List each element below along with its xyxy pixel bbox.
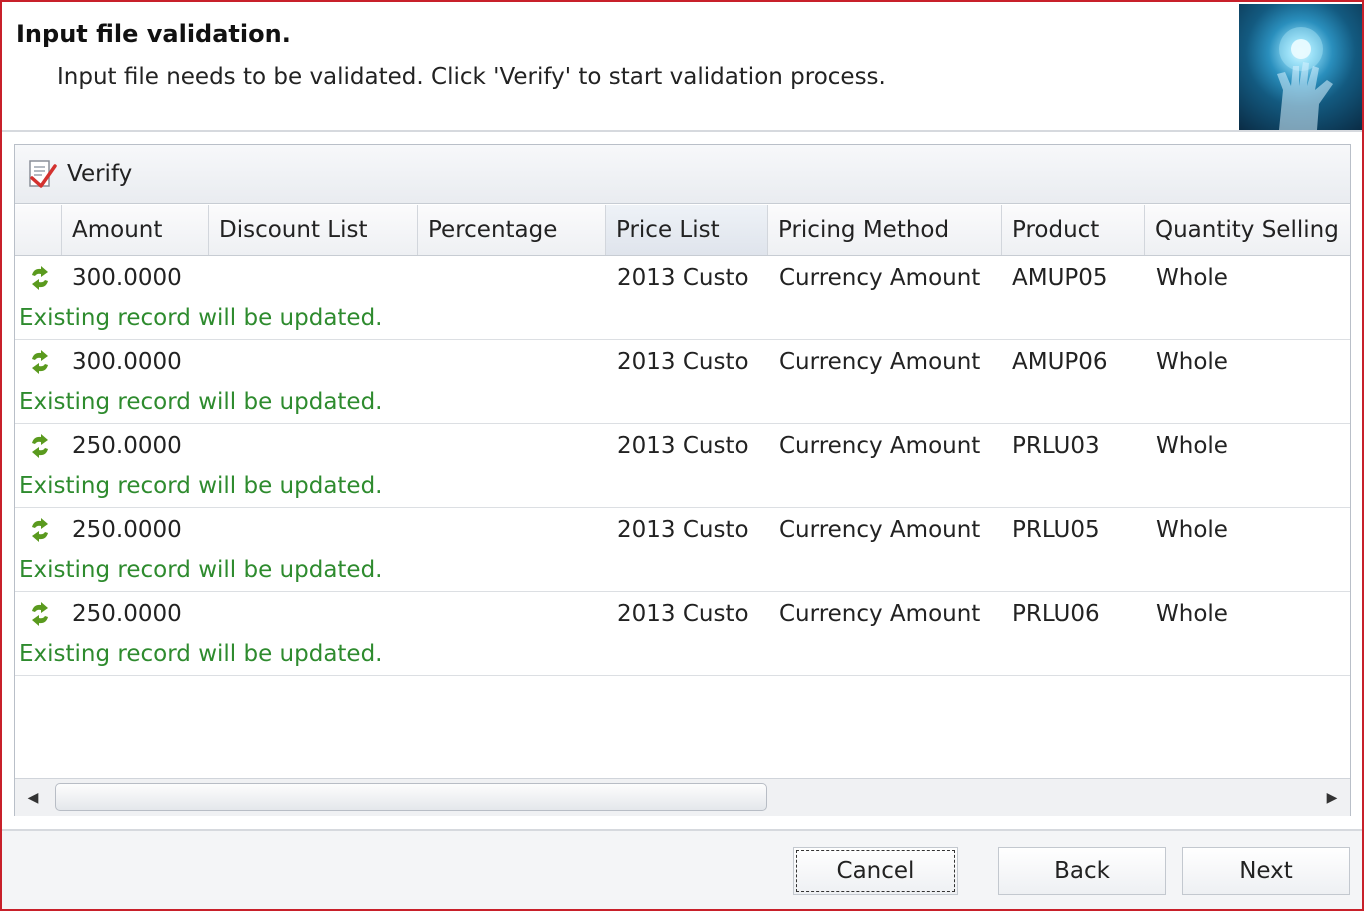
column-header-product[interactable]: Product (1002, 205, 1145, 255)
update-icon (32, 266, 48, 290)
cell-quantity-selling: Whole (1156, 517, 1228, 543)
column-header-quantity-selling[interactable]: Quantity Selling (1145, 205, 1350, 255)
verify-button[interactable]: Verify (27, 155, 132, 193)
next-button[interactable]: Next (1182, 847, 1350, 895)
header-hand-light-image (1239, 4, 1362, 130)
cell-quantity-selling: Whole (1156, 349, 1228, 375)
cell-quantity-selling: Whole (1156, 433, 1228, 459)
verify-label: Verify (67, 161, 133, 187)
cell-product: AMUP06 (1012, 349, 1108, 375)
row-status-message: Existing record will be updated. (19, 389, 383, 415)
cell-amount: 300.0000 (72, 265, 182, 291)
cell-quantity-selling: Whole (1156, 601, 1228, 627)
grid-header: Amount Discount List Percentage Price Li… (15, 205, 1350, 256)
cell-price-list: 2013 Custo (617, 601, 749, 627)
cell-pricing-method: Currency Amount (779, 433, 981, 459)
row-status-message: Existing record will be updated. (19, 305, 383, 331)
toolbar: Verify (15, 145, 1350, 204)
cell-amount: 300.0000 (72, 349, 182, 375)
cell-price-list: 2013 Custo (617, 265, 749, 291)
update-icon (32, 434, 48, 458)
table-row[interactable]: 250.0000 2013 Custo Currency Amount PRLU… (15, 508, 1350, 592)
cell-pricing-method: Currency Amount (779, 349, 981, 375)
horizontal-scrollbar[interactable]: ◀ ▶ (15, 778, 1350, 816)
header-divider (2, 130, 1362, 132)
cell-price-list: 2013 Custo (617, 517, 749, 543)
cell-pricing-method: Currency Amount (779, 601, 981, 627)
cell-amount: 250.0000 (72, 601, 182, 627)
cancel-button[interactable]: Cancel (793, 847, 958, 895)
column-header-discount-list[interactable]: Discount List (209, 205, 418, 255)
row-selector-header (15, 205, 62, 255)
back-button[interactable]: Back (998, 847, 1166, 895)
cell-amount: 250.0000 (72, 433, 182, 459)
scroll-left-arrow-icon[interactable]: ◀ (15, 779, 51, 816)
column-header-percentage[interactable]: Percentage (418, 205, 606, 255)
row-status-message: Existing record will be updated. (19, 557, 383, 583)
table-row[interactable]: 250.0000 2013 Custo Currency Amount PRLU… (15, 424, 1350, 508)
grid-body: 300.0000 2013 Custo Currency Amount AMUP… (15, 256, 1350, 778)
row-status-message: Existing record will be updated. (19, 641, 383, 667)
scroll-right-arrow-icon[interactable]: ▶ (1314, 779, 1350, 816)
cell-quantity-selling: Whole (1156, 265, 1228, 291)
column-header-pricing-method[interactable]: Pricing Method (768, 205, 1002, 255)
cell-pricing-method: Currency Amount (779, 517, 981, 543)
page-title: Input file validation. (16, 20, 291, 48)
cell-product: AMUP05 (1012, 265, 1108, 291)
scrollbar-thumb[interactable] (55, 783, 767, 811)
update-icon (32, 602, 48, 626)
verify-document-icon (29, 160, 57, 188)
update-icon (32, 350, 48, 374)
row-status-message: Existing record will be updated. (19, 473, 383, 499)
cell-product: PRLU05 (1012, 517, 1100, 543)
hand-light-illustration (1277, 27, 1333, 130)
cell-pricing-method: Currency Amount (779, 265, 981, 291)
page-description: Input file needs to be validated. Click … (57, 64, 886, 90)
cell-product: PRLU03 (1012, 433, 1100, 459)
cell-amount: 250.0000 (72, 517, 182, 543)
column-header-amount[interactable]: Amount (62, 205, 209, 255)
table-row[interactable]: 250.0000 2013 Custo Currency Amount PRLU… (15, 592, 1350, 676)
table-row[interactable]: 300.0000 2013 Custo Currency Amount AMUP… (15, 256, 1350, 340)
cell-price-list: 2013 Custo (617, 433, 749, 459)
wizard-header: Input file validation. Input file needs … (2, 2, 1362, 130)
column-header-price-list[interactable]: Price List (606, 205, 768, 255)
cell-price-list: 2013 Custo (617, 349, 749, 375)
validation-panel: Verify Amount Discount List Percentage P… (14, 144, 1351, 816)
table-row[interactable]: 300.0000 2013 Custo Currency Amount AMUP… (15, 340, 1350, 424)
cell-product: PRLU06 (1012, 601, 1100, 627)
update-icon (32, 518, 48, 542)
